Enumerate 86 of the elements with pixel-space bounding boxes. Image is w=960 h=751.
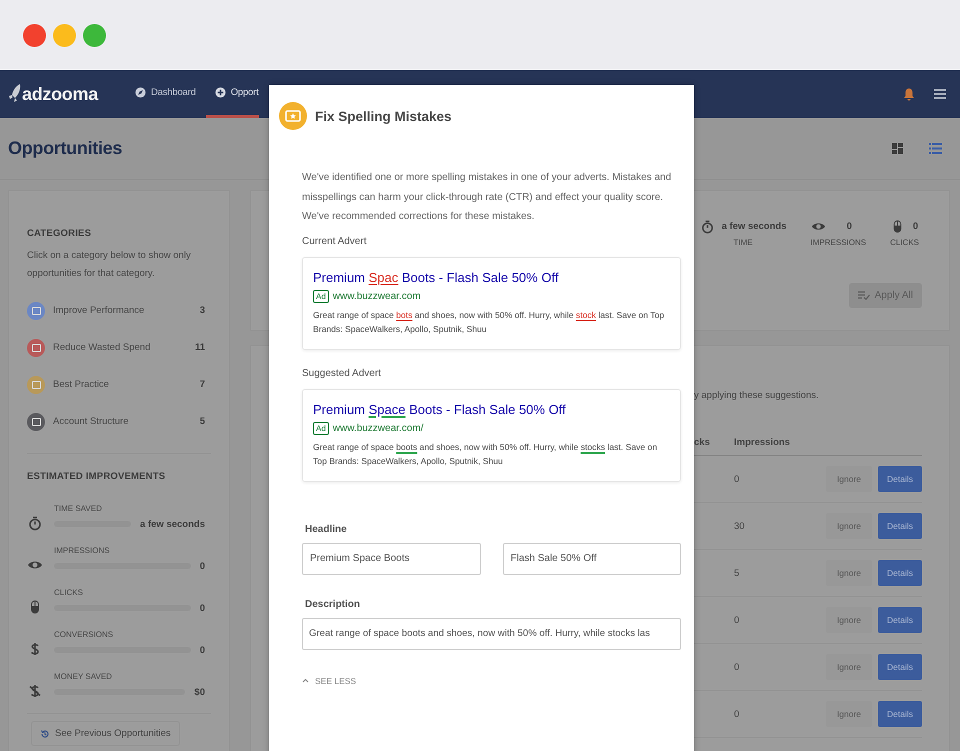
history-icon [40, 728, 50, 738]
details-button[interactable]: Details [878, 513, 922, 539]
details-button[interactable]: Details [878, 607, 922, 633]
stopwatch-icon [27, 515, 43, 531]
metric-label: MONEY SAVED [54, 672, 113, 681]
metric-label: CONVERSIONS [54, 630, 114, 639]
details-button[interactable]: Details [878, 466, 922, 492]
advert-headline: Premium Space Boots - Flash Sale 50% Off [313, 402, 567, 416]
stat-label: IMPRESSIONS [810, 238, 866, 247]
checklist-icon [858, 291, 870, 300]
ignore-button[interactable]: Ignore [826, 560, 872, 586]
details-button[interactable]: Details [878, 701, 922, 727]
table-cell-text: 0 [734, 708, 740, 720]
ignore-button[interactable]: Ignore [826, 607, 872, 633]
caret-icon [302, 678, 309, 683]
table-cell-text: 5 [734, 568, 740, 578]
section-label: Current Advert [302, 236, 368, 246]
section-label: Suggested Advert [302, 368, 382, 378]
table-cell-text: 0 [734, 474, 740, 484]
metric-label: IMPRESSIONS [54, 546, 111, 555]
column-header: cks [694, 436, 711, 448]
section-hint: Click on a category below to show only opportunities for that category. [27, 249, 192, 281]
logo-text: adzooma [22, 84, 98, 104]
stat-label: CLICKS [890, 238, 919, 247]
modal-title: Fix Spelling Mistakes [315, 108, 452, 124]
nav-tab[interactable]: Dashboard [126, 70, 206, 118]
menu-icon[interactable] [934, 89, 946, 99]
intro-text: We've identified one or more spelling mistakes in one of your adverts. Mistakes and misspellings can harm your click-through rate (CTR) and effect your quality score. We've recommended corrections for these mistakes. [302, 171, 672, 224]
metric-value: $0 [194, 686, 206, 698]
advert-description: Great range of space boots and shoes, now with 50% off. Hurry, while stocks last. Save on Top Brands: SpaceWalkers, Apollo, Sputnik, Shuu [313, 440, 658, 468]
close-button[interactable] [23, 24, 46, 46]
ad-label: Ad [313, 422, 329, 434]
stat-value: a few seconds [722, 221, 787, 232]
table-cell-text: 30 [734, 520, 746, 532]
field-label: Headline [305, 524, 348, 534]
ticket-icon [279, 102, 307, 130]
description-field[interactable]: Great range of space boots and shoes, now with 50% off. Hurry, while stocks las [302, 618, 681, 650]
stopwatch-icon [700, 219, 715, 234]
maximize-button[interactable] [83, 24, 106, 46]
ignore-button[interactable]: Ignore [826, 466, 872, 492]
intro-text: y applying these suggestions. [694, 390, 820, 401]
stat-value: 0 [912, 221, 919, 232]
advert-description: Great range of space bots and shoes, now with 50% off. Hurry, while stock last. Save on Top Brands: SpaceWalkers, Apollo, Sputnik, Shuu [313, 308, 666, 336]
advert-url: www.buzzwear.com/ [332, 422, 424, 434]
category-link[interactable]: Best Practice [53, 379, 192, 390]
plus-circle-icon [214, 87, 226, 98]
see-less-button[interactable]: SEE LESS [302, 676, 356, 686]
section-heading: CATEGORIES [27, 228, 92, 239]
category-link[interactable]: Improve Performance [53, 305, 192, 316]
grid-view-icon[interactable] [892, 143, 903, 154]
table-cell-text: 0 [734, 614, 740, 626]
category-link[interactable]: Reduce Wasted Spend [53, 342, 187, 353]
metric-value: 0 [200, 560, 206, 572]
category-count: 5 [200, 416, 206, 427]
metric-value: 0 [200, 644, 206, 656]
details-button[interactable]: Details [878, 654, 922, 680]
category-link[interactable]: Account Structure [53, 416, 192, 427]
section-heading: ESTIMATED IMPROVEMENTS [27, 471, 166, 482]
column-header: Impressions [734, 436, 791, 448]
list-view-icon[interactable] [929, 143, 942, 154]
category-count: 7 [200, 379, 206, 390]
page-title: Opportunities [8, 138, 124, 159]
ignore-button[interactable]: Ignore [826, 654, 872, 680]
headline-field[interactable]: Flash Sale 50% Off [502, 542, 681, 574]
headline-field[interactable]: Premium Space Boots [302, 542, 480, 574]
stat-label: TIME [732, 238, 754, 247]
ignore-button[interactable]: Ignore [826, 513, 872, 539]
category-count: 3 [200, 305, 206, 316]
bell-icon[interactable] [902, 87, 916, 101]
crossed-dollar-icon [27, 683, 43, 699]
table-cell-text: 0 [734, 662, 740, 672]
ad-label: Ad [313, 290, 329, 302]
stat-value: 0 [846, 221, 853, 232]
metric-label: TIME SAVED [54, 504, 103, 513]
advert-headline: Premium Spac Boots - Flash Sale 50% Off [313, 270, 560, 284]
metric-value: a few seconds [140, 518, 206, 530]
rocket-icon [8, 83, 22, 105]
category-count: 11 [194, 342, 206, 353]
ignore-button[interactable]: Ignore [826, 701, 872, 727]
field-label: Description [305, 598, 362, 610]
history-button[interactable]: See Previous Opportunities [31, 721, 180, 746]
details-button[interactable]: Details [878, 560, 922, 586]
metric-value: 0 [200, 602, 206, 614]
metric-label: CLICKS [54, 588, 84, 597]
advert-url: www.buzzwear.com [332, 290, 421, 302]
compass-icon [135, 87, 146, 98]
